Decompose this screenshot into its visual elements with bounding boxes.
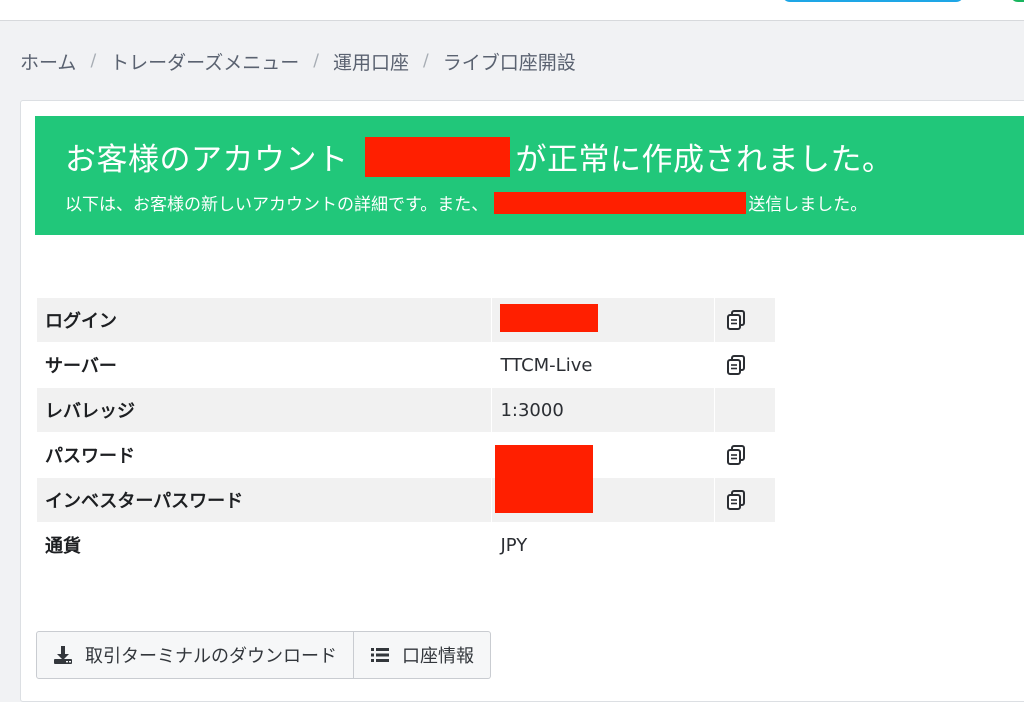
detail-value: JPY [491, 522, 716, 568]
detail-row-login: ログイン [35, 297, 776, 343]
copy-icon[interactable] [725, 354, 747, 376]
success-title: お客様のアカウント が正常に作成されました。 [65, 134, 894, 179]
copy-cell [714, 387, 776, 433]
redacted-account-number [364, 136, 510, 177]
detail-row-server: サーバー TTCM-Live [35, 342, 776, 388]
copy-cell [714, 477, 776, 523]
breadcrumb: ホーム / トレーダーズメニュー / 運用口座 / ライブ口座開設 [20, 46, 576, 76]
detail-label: ログイン [35, 297, 493, 343]
success-subtitle-prefix: 以下は、お客様の新しいアカウントの詳細です。また、 [65, 195, 489, 215]
account-info-button[interactable]: 口座情報 [354, 631, 491, 679]
breadcrumb-open-live-account: ライブ口座開設 [442, 51, 576, 74]
list-icon [371, 648, 389, 662]
success-subtitle-suffix: 送信しました。 [748, 195, 868, 215]
detail-value: 1:3000 [491, 387, 716, 433]
success-subtitle: 以下は、お客様の新しいアカウントの詳細です。また、 送信しました。 [65, 190, 867, 215]
account-info-label: 口座情報 [402, 646, 474, 667]
copy-cell [714, 522, 776, 568]
download-terminal-button[interactable]: 取引ターミナルのダウンロード [36, 631, 354, 679]
detail-label: パスワード [35, 432, 493, 478]
header-badge-partial[interactable] [1010, 0, 1024, 2]
redacted-login [500, 303, 599, 332]
detail-row-leverage: レバレッジ 1:3000 [35, 387, 776, 433]
breadcrumb-traders-menu[interactable]: トレーダーズメニュー [110, 48, 299, 75]
action-button-group: 取引ターミナルのダウンロード 口座情報 [36, 631, 491, 679]
copy-cell [714, 297, 776, 343]
breadcrumb-separator: / [422, 51, 429, 71]
redacted-email [494, 191, 747, 214]
header-button-partial[interactable] [782, 0, 964, 2]
breadcrumb-home[interactable]: ホーム [20, 48, 76, 75]
success-title-prefix: お客様のアカウント [65, 142, 349, 178]
download-terminal-label: 取引ターミナルのダウンロード [85, 646, 337, 667]
detail-label: 通貨 [35, 522, 493, 568]
breadcrumb-trading-accounts[interactable]: 運用口座 [333, 48, 409, 75]
detail-value [491, 297, 716, 343]
account-details-table: ログイン サーバー TTCM-Live レバレッジ 1:3000 パスワード インベスターパ… [35, 297, 776, 568]
breadcrumb-separator: / [313, 51, 319, 71]
breadcrumb-separator: / [90, 51, 97, 71]
detail-label: インベスターパスワード [35, 477, 493, 523]
detail-row-currency: 通貨 JPY [35, 522, 776, 568]
detail-label: レバレッジ [35, 387, 493, 433]
redacted-passwords [495, 445, 593, 513]
detail-row-investor-password: インベスターパスワード [35, 477, 776, 523]
download-icon [54, 646, 72, 664]
copy-cell [714, 432, 776, 478]
top-bar [0, 0, 1024, 21]
copy-cell [714, 342, 776, 388]
success-title-suffix: が正常に作成されました。 [515, 142, 894, 178]
copy-icon[interactable] [725, 444, 747, 466]
detail-row-password: パスワード [35, 432, 776, 478]
copy-icon[interactable] [725, 309, 747, 331]
detail-value: TTCM-Live [491, 342, 716, 388]
copy-icon[interactable] [725, 489, 747, 511]
detail-label: サーバー [35, 342, 493, 388]
success-banner: お客様のアカウント が正常に作成されました。 以下は、お客様の新しいアカウントの… [35, 116, 1024, 235]
